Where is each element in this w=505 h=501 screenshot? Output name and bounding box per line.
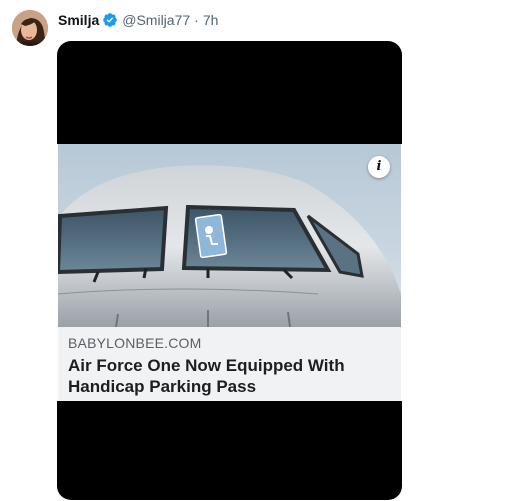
avatar[interactable] <box>12 10 48 46</box>
display-name[interactable]: Smilja <box>58 11 99 29</box>
verified-badge-icon <box>102 12 118 28</box>
tweet[interactable]: Smilja @Smilja77 · 7h i BABYLONBEE.COM A… <box>0 0 505 501</box>
timestamp[interactable]: 7h <box>203 11 219 29</box>
link-card[interactable]: i BABYLONBEE.COM Air Force One Now Equip… <box>57 144 402 401</box>
info-icon[interactable]: i <box>368 156 390 178</box>
user-handle[interactable]: @Smilja77 <box>122 11 190 29</box>
tweet-header: Smilja @Smilja77 · 7h <box>58 11 218 29</box>
card-photo <box>58 144 401 327</box>
source-domain: BABYLONBEE.COM <box>68 335 202 351</box>
card-caption: BABYLONBEE.COM Air Force One Now Equippe… <box>58 327 401 401</box>
tweet-media[interactable]: i BABYLONBEE.COM Air Force One Now Equip… <box>57 41 402 500</box>
card-headline: Air Force One Now Equipped With Handicap… <box>68 356 345 396</box>
separator-dot: · <box>194 12 199 28</box>
